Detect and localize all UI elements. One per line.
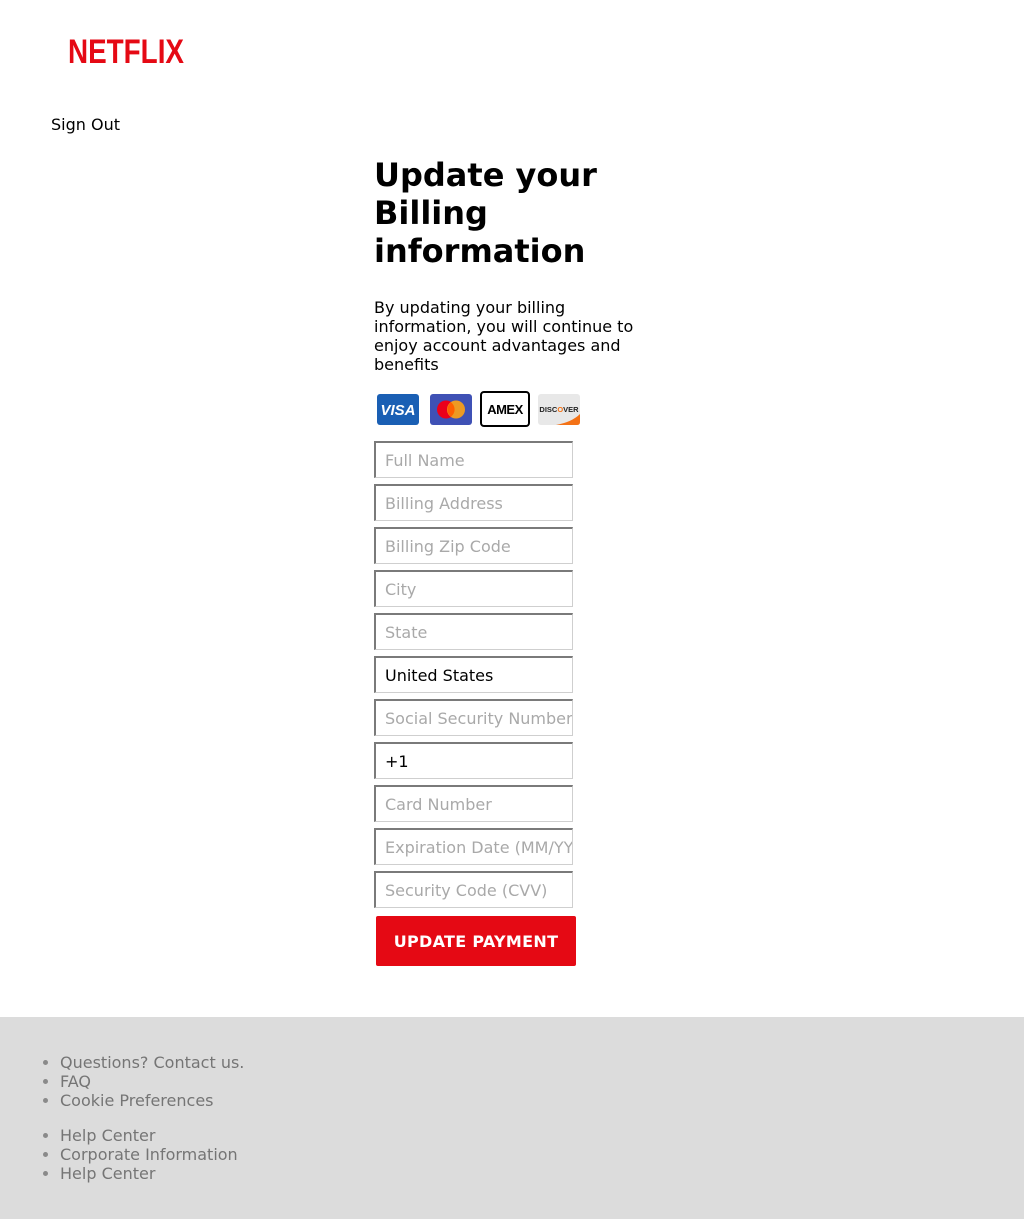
country-field[interactable]	[374, 656, 573, 693]
phone-field[interactable]	[374, 742, 573, 779]
billing-address-field[interactable]	[374, 484, 573, 521]
footer: Questions? Contact us. FAQ Cookie Prefer…	[0, 1017, 1024, 1219]
footer-link-contact[interactable]: Questions? Contact us.	[60, 1053, 244, 1072]
discover-icon: DISCOVER	[538, 394, 580, 425]
mastercard-icon	[430, 394, 472, 425]
city-field[interactable]	[374, 570, 573, 607]
update-payment-button[interactable]: UPDATE PAYMENT	[376, 916, 576, 966]
footer-link-cookie-preferences[interactable]: Cookie Preferences	[60, 1091, 244, 1110]
amex-icon: AMEX	[480, 391, 530, 427]
ssn-field[interactable]	[374, 699, 573, 736]
billing-panel: Update your Billing information By updat…	[374, 156, 644, 966]
logo-text: NETFLIX	[68, 33, 184, 70]
full-name-field[interactable]	[374, 441, 573, 478]
footer-link-help-center-2[interactable]: Help Center	[60, 1164, 238, 1183]
svg-text:VISA: VISA	[380, 402, 415, 419]
footer-link-corporate-information[interactable]: Corporate Information	[60, 1145, 238, 1164]
footer-links-primary: Questions? Contact us. FAQ Cookie Prefer…	[0, 1053, 244, 1110]
cvv-field[interactable]	[374, 871, 573, 908]
footer-link-faq[interactable]: FAQ	[60, 1072, 244, 1091]
netflix-logo[interactable]: NETFLIX	[66, 30, 186, 71]
sign-out-link[interactable]: Sign Out	[51, 115, 120, 135]
state-field[interactable]	[374, 613, 573, 650]
expiration-date-field[interactable]	[374, 828, 573, 865]
card-number-field[interactable]	[374, 785, 573, 822]
page-subtitle: By updating your billing information, yo…	[374, 298, 634, 374]
footer-links-secondary: Help Center Corporate Information Help C…	[0, 1126, 238, 1183]
billing-zip-field[interactable]	[374, 527, 573, 564]
page-title: Update your Billing information	[374, 156, 597, 270]
visa-icon: VISA	[377, 394, 419, 425]
accepted-cards: VISA AMEX DISCOVER	[376, 391, 586, 428]
footer-link-help-center[interactable]: Help Center	[60, 1126, 238, 1145]
svg-text:DISCOVER: DISCOVER	[539, 405, 579, 414]
svg-text:AMEX: AMEX	[487, 402, 523, 417]
